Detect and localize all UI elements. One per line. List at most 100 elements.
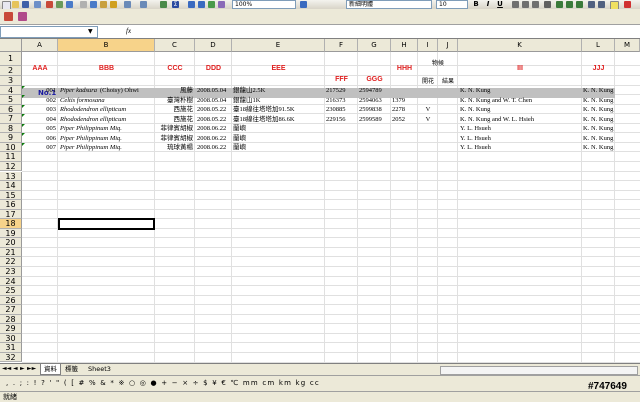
increase-decimal-icon[interactable] (588, 1, 595, 8)
row-header[interactable]: 29 (0, 324, 22, 334)
row-header[interactable]: 12 (0, 161, 22, 172)
fx-icon[interactable]: fx (126, 27, 131, 35)
row-header[interactable]: 3 (0, 76, 22, 86)
cell-locality[interactable]: 臺18線往塔塔加91.5K (233, 105, 325, 114)
format-painter-icon[interactable] (110, 1, 117, 8)
cell-no[interactable]: 002 (22, 96, 56, 105)
cell-local-name[interactable]: 風藤 (155, 86, 193, 95)
row-header[interactable]: 14 (0, 181, 22, 191)
row-header[interactable]: 24 (0, 276, 22, 287)
formula-input[interactable] (138, 26, 638, 37)
cell-locality[interactable]: 蘭嶼 (233, 134, 325, 143)
cell-species[interactable]: Piper Philippinum Miq. (60, 124, 155, 133)
cell-locality[interactable]: 蘭嶼 (233, 124, 325, 133)
row-header[interactable]: 15 (0, 190, 22, 201)
cell-determiner[interactable]: K. N. Kung (583, 105, 615, 114)
spelling-icon[interactable] (66, 1, 73, 8)
row-header[interactable]: 13 (0, 171, 22, 182)
row-header[interactable]: 22 (0, 257, 22, 267)
drawing-icon[interactable] (218, 1, 225, 8)
cell-altitude[interactable]: 2278 (392, 105, 418, 114)
cell-date[interactable]: 2008.05.04 (197, 86, 232, 95)
cell-determiner[interactable]: K. N. Kung (583, 124, 615, 133)
row-header[interactable]: 4 (0, 85, 22, 96)
pdf-settings-icon[interactable] (18, 12, 27, 21)
align-right-icon[interactable] (532, 1, 539, 8)
paste-icon[interactable] (100, 1, 107, 8)
row-header[interactable]: 26 (0, 295, 22, 306)
row-header[interactable]: 30 (0, 333, 22, 344)
col-header[interactable]: H (391, 39, 418, 52)
pdf-convert-icon[interactable] (4, 12, 13, 21)
cell-species[interactable]: Celtis formosana (60, 96, 155, 105)
cell-locality[interactable]: 銀龍山1K (233, 96, 325, 105)
sheet-tab-sheet3[interactable]: Sheet3 (85, 364, 114, 374)
col-header[interactable]: K (458, 39, 582, 52)
italic-button[interactable]: I (484, 0, 492, 8)
merge-center-icon[interactable] (544, 1, 551, 8)
cell-x[interactable]: 216373 (326, 96, 358, 105)
row-header[interactable]: 21 (0, 247, 22, 258)
cell-date[interactable]: 2008.06.22 (197, 124, 232, 133)
cell-local-name[interactable]: 西施花 (155, 115, 194, 124)
print-preview-icon[interactable] (56, 1, 63, 8)
underline-button[interactable]: U (496, 0, 504, 8)
cell-collector[interactable]: K. N. Kung (460, 105, 582, 114)
cell-determiner[interactable]: K. N. Kung (583, 134, 615, 143)
col-header[interactable]: E (232, 39, 325, 52)
row-header[interactable]: 9 (0, 133, 22, 143)
cell-no[interactable]: 003 (22, 105, 56, 114)
cell-date[interactable]: 2008.06.22 (197, 143, 232, 152)
cell-x[interactable]: 230885 (326, 105, 358, 114)
cell-species[interactable]: Rhododendron ellipticum (60, 105, 155, 114)
cell-species[interactable]: Piper kadsura (60, 86, 100, 95)
col-header[interactable]: G (358, 39, 391, 52)
tab-last-icon[interactable]: ►► (27, 365, 36, 372)
sort-ascending-icon[interactable] (188, 1, 195, 8)
col-header[interactable]: B (58, 39, 155, 52)
tab-prev-icon[interactable]: ◄ (13, 365, 18, 372)
cell-no[interactable]: 006 (22, 134, 56, 143)
col-header[interactable]: D (195, 39, 232, 52)
cell-species[interactable]: Piper Philippinum Miq. (60, 143, 155, 152)
font-name-select[interactable]: 新細明體 (346, 0, 432, 9)
row-header[interactable]: 6 (0, 104, 22, 115)
row-header[interactable]: 1 (0, 52, 22, 66)
col-header[interactable]: J (438, 39, 458, 52)
row-header[interactable]: 7 (0, 114, 22, 124)
font-size-select[interactable]: 10 (436, 0, 468, 9)
help-icon[interactable] (300, 1, 307, 8)
align-left-icon[interactable] (512, 1, 519, 8)
cell-author[interactable]: (Choisy) Ohwi (100, 86, 155, 95)
cell-local-name[interactable]: 西施花 (155, 105, 194, 114)
cell-flower[interactable]: V (418, 115, 438, 124)
autosum-icon[interactable]: Σ (172, 1, 179, 8)
cell-determiner[interactable]: K. N. Kung (583, 143, 615, 152)
cell-no[interactable]: 007 (22, 143, 56, 152)
cell-no[interactable]: 004 (22, 115, 56, 124)
active-cell[interactable] (58, 218, 155, 231)
cell-y[interactable]: 2594063 (359, 96, 391, 105)
percent-icon[interactable] (566, 1, 573, 8)
bold-button[interactable]: B (472, 0, 480, 8)
col-header[interactable]: I (418, 39, 438, 52)
cell-date[interactable]: 2008.06.22 (197, 134, 232, 143)
chart-wizard-icon[interactable] (208, 1, 215, 8)
cell-species[interactable]: Piper Philippinum Miq. (60, 134, 155, 143)
col-header[interactable]: A (22, 39, 58, 52)
cell-collector[interactable]: K. N. Kung (460, 86, 582, 95)
row-header[interactable]: 18 (0, 219, 22, 229)
row-header[interactable]: 32 (0, 352, 22, 363)
cell-local-name[interactable]: 臺灣朴樹 (155, 96, 193, 105)
row-header[interactable]: 27 (0, 305, 22, 315)
row-header[interactable]: 10 (0, 142, 22, 153)
cell-no[interactable]: 005 (22, 124, 56, 133)
redo-icon[interactable] (140, 1, 147, 8)
hyperlink-icon[interactable] (160, 1, 167, 8)
select-all-corner[interactable] (0, 39, 22, 52)
name-box-dropdown-icon[interactable]: ▼ (88, 28, 93, 35)
horizontal-scrollbar[interactable] (440, 366, 638, 375)
row-header[interactable]: 20 (0, 238, 22, 248)
row-header[interactable]: 28 (0, 314, 22, 325)
row-header[interactable]: 25 (0, 286, 22, 296)
